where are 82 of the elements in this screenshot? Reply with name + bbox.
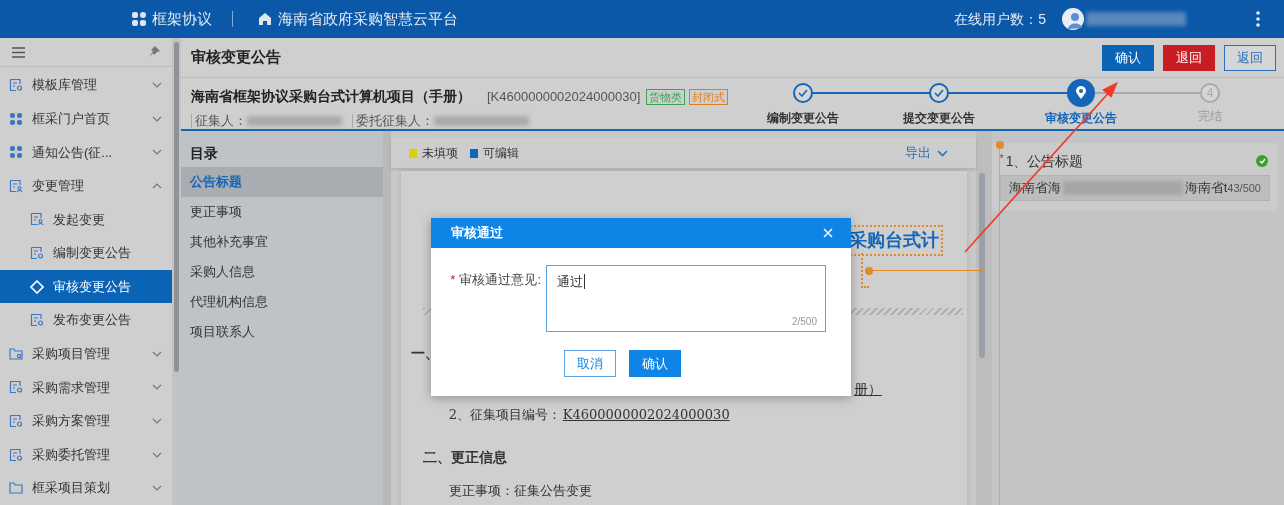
category-tag: 货物类	[646, 88, 686, 105]
field-label: 审核通过意见:	[459, 272, 541, 287]
action-button[interactable]: 确认	[1102, 44, 1154, 71]
character-count: 2/500	[791, 315, 817, 329]
document-text: 2、征集项目编号：	[448, 406, 562, 424]
action-button[interactable]: 退回	[1163, 44, 1215, 71]
folder-icon	[9, 481, 23, 496]
dialog-title: 审核通过	[451, 224, 503, 243]
field-label: 委托征集人：	[356, 112, 434, 130]
sidebar-item[interactable]: 审核变更公告	[0, 269, 172, 304]
document-user-icon	[9, 178, 23, 193]
required-mark: *	[999, 152, 1004, 166]
grid-icon	[9, 145, 23, 160]
menu-icon[interactable]	[12, 46, 25, 58]
chevron-down-icon	[152, 82, 162, 89]
category-tag: 封闭式	[689, 88, 729, 105]
section-heading: 二、更正信息	[422, 448, 507, 467]
document-user-icon	[30, 212, 44, 227]
step-label: 编制变更公告	[767, 110, 839, 127]
sidebar-item[interactable]: 编制变更公告	[0, 236, 172, 270]
chevron-down-icon	[152, 115, 162, 122]
chevron-down-icon	[152, 418, 162, 424]
directory-item[interactable]: 项目联系人	[181, 317, 383, 347]
directory-item[interactable]: 采购人信息	[181, 257, 383, 287]
directory-item[interactable]: 其他补充事宜	[181, 227, 383, 257]
sidebar-item[interactable]: 采购需求管理	[0, 370, 172, 405]
grid-icon	[9, 111, 23, 126]
sidebar-item[interactable]: 通知公告(征...	[0, 135, 172, 170]
platform-name[interactable]: 海南省政府采购智慧云平台	[278, 7, 458, 31]
sidebar-item[interactable]: 变更管理	[0, 169, 172, 203]
section-heading: 一、	[410, 344, 439, 363]
chevron-down-icon	[152, 451, 162, 458]
sidebar-scrollbar[interactable]	[172, 38, 181, 505]
chevron-down-icon	[152, 384, 162, 391]
home-icon	[258, 12, 272, 26]
chevron-down-icon	[152, 149, 162, 156]
chevron-down-icon	[937, 149, 949, 157]
dialog-button[interactable]: 确认	[629, 350, 681, 377]
project-name: 海南省框架协议采购台式计算机项目（手册）	[191, 87, 471, 106]
comment-field[interactable]: 通过 2/500	[546, 265, 826, 332]
sidebar-item[interactable]: 采购项目管理	[0, 337, 172, 371]
legend-label: 可编辑	[482, 145, 519, 162]
sidebar-item[interactable]: 框采门户首页	[0, 101, 172, 136]
chevron-down-icon	[152, 350, 162, 357]
sidebar-item[interactable]: 发起变更	[0, 202, 172, 237]
folder-gear-icon	[9, 346, 23, 361]
form-icon	[9, 380, 23, 395]
sidebar-item[interactable]: 模板库管理	[0, 68, 172, 102]
document-text: 更正事项：征集公告变更	[448, 482, 592, 500]
directory-title: 目录	[189, 143, 219, 163]
close-button[interactable]	[823, 228, 833, 238]
chevron-up-icon	[152, 182, 162, 189]
action-button[interactable]: 返回	[1224, 44, 1276, 71]
legend-label: 未填项	[421, 145, 458, 162]
app-name[interactable]: 框架协议	[152, 7, 212, 31]
form-icon	[9, 78, 23, 93]
diamond-icon	[30, 279, 44, 294]
required-mark: *	[450, 272, 456, 287]
sidebar-item[interactable]: 采购委托管理	[0, 437, 172, 472]
document-text: 册）	[853, 380, 882, 399]
chevron-down-icon	[152, 485, 162, 492]
form-icon	[30, 313, 44, 328]
more-icon[interactable]	[1256, 11, 1260, 27]
directory-item[interactable]: 代理机构信息	[181, 287, 383, 317]
project-code: [K4600000002024000030]	[487, 87, 641, 106]
online-users: 在线用户数：5	[954, 9, 1046, 29]
document-scrollbar[interactable]	[978, 173, 985, 358]
sidebar-item[interactable]: 采购方案管理	[0, 404, 172, 438]
step-label: 提交变更公告	[903, 110, 975, 127]
form-icon	[9, 447, 23, 462]
pin-icon[interactable]	[148, 46, 160, 59]
form-icon	[30, 246, 44, 261]
grid-icon	[132, 12, 146, 26]
avatar-icon[interactable]	[1062, 8, 1084, 30]
directory-item[interactable]: 更正事项	[181, 197, 383, 227]
sidebar-item[interactable]: 框采项目策划	[0, 471, 172, 505]
character-count: 43/500	[1227, 180, 1261, 196]
sidebar-item[interactable]: 发布变更公告	[0, 303, 172, 338]
dialog-button[interactable]: 取消	[564, 350, 616, 377]
form-icon	[9, 414, 23, 428]
page-title: 审核变更公告	[191, 47, 281, 68]
field-label: 征集人：	[195, 112, 247, 130]
